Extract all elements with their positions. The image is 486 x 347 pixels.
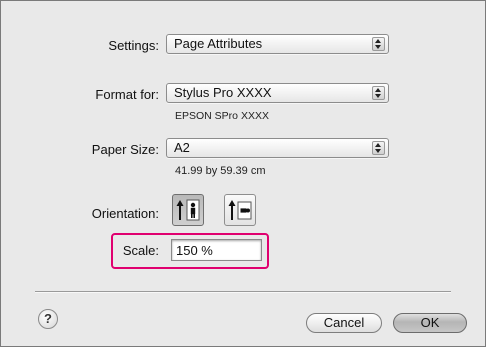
chevron-updown-icon: [372, 141, 385, 155]
help-button[interactable]: ?: [38, 309, 58, 329]
divider: [35, 291, 451, 293]
orientation-landscape-button[interactable]: [224, 194, 256, 226]
format-for-popup[interactable]: Stylus Pro XXXX: [166, 83, 389, 103]
cancel-button-label: Cancel: [323, 315, 365, 330]
ok-button-label: OK: [420, 315, 440, 330]
landscape-icon: [228, 200, 252, 220]
help-icon: ?: [44, 311, 52, 326]
chevron-updown-icon: [372, 37, 385, 51]
page-setup-dialog: Settings: Page Attributes Format for: St…: [0, 0, 486, 347]
scale-label: Scale:: [122, 243, 159, 258]
settings-value: Page Attributes: [174, 36, 263, 51]
orientation-portrait-button[interactable]: [172, 194, 204, 226]
printer-description: EPSON SPro XXXX: [175, 110, 269, 122]
portrait-icon: [176, 199, 200, 221]
ok-button[interactable]: OK: [393, 313, 467, 333]
paper-size-popup[interactable]: A2: [166, 138, 389, 158]
scale-input[interactable]: [171, 239, 262, 261]
settings-label: Settings:: [108, 38, 159, 53]
paper-dimensions: 41.99 by 59.39 cm: [175, 165, 266, 177]
chevron-updown-icon: [372, 86, 385, 100]
format-for-value: Stylus Pro XXXX: [174, 85, 272, 100]
orientation-label: Orientation:: [91, 206, 159, 221]
settings-popup[interactable]: Page Attributes: [166, 34, 389, 54]
format-for-label: Format for:: [95, 87, 159, 102]
paper-size-value: A2: [174, 140, 190, 155]
paper-size-label: Paper Size:: [91, 142, 159, 157]
cancel-button[interactable]: Cancel: [306, 313, 382, 333]
